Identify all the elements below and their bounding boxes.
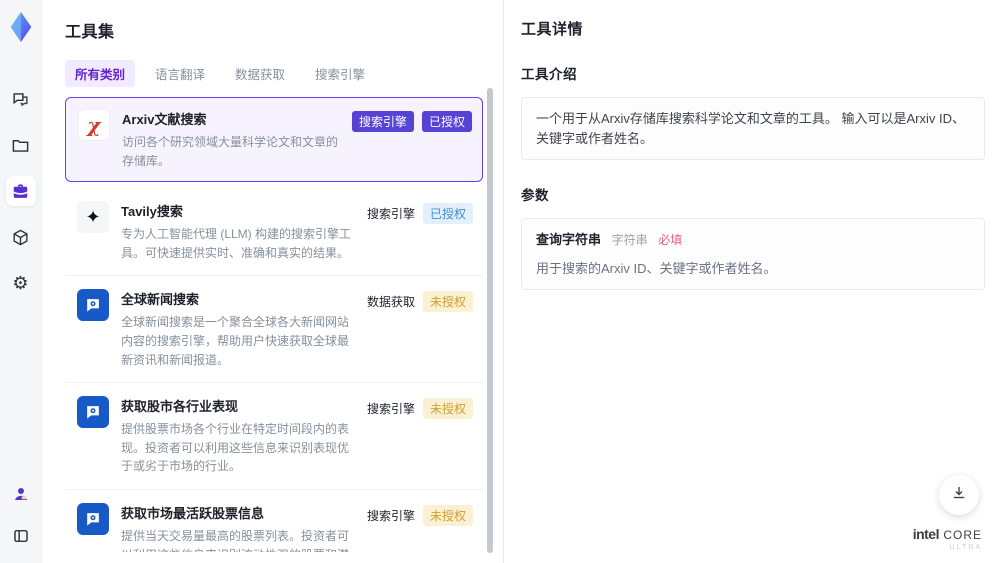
intel-core-logo: intel CORE ULTRA xyxy=(912,526,982,551)
status-badge: 已授权 xyxy=(421,111,472,132)
page-title: 工具集 xyxy=(65,24,115,41)
app-logo-icon xyxy=(10,12,31,42)
intro-heading: 工具介绍 xyxy=(521,67,577,82)
tool-description: 访问各个研究领域大量科学论文和文章的存储库。 xyxy=(122,135,339,168)
user-avatar[interactable] xyxy=(6,479,36,509)
param-box: 查询字符串 字符串 必填 用于搜索的Arxiv ID、关键字或作者姓名。 xyxy=(521,218,985,290)
tool-card-global-news[interactable]: 全球新闻搜索 全球新闻搜索是一个聚合全球各大新闻网站内容的搜索引擎，帮助用户快速… xyxy=(65,276,483,384)
category-label: 数据获取 xyxy=(366,295,415,310)
app-window: ⚙ 工具集 所有类别 语言翻译 数据获取 搜索引擎 χ Arxiv文献搜索 访问… xyxy=(0,0,1000,563)
status-badge: 已授权 xyxy=(422,203,473,225)
sidebar-item-settings[interactable]: ⚙ xyxy=(6,268,36,298)
sidebar-item-files[interactable] xyxy=(6,130,36,160)
news-app-icon xyxy=(77,289,109,322)
status-badge: 未授权 xyxy=(422,398,473,420)
tab-all-categories[interactable]: 所有类别 xyxy=(65,60,136,87)
sidebar-item-packages[interactable] xyxy=(6,222,36,252)
category-badge: 搜索引擎 xyxy=(351,111,414,132)
tab-search-engine[interactable]: 搜索引擎 xyxy=(305,60,375,87)
sidebar-item-chat[interactable] xyxy=(6,84,36,114)
tab-language-translation[interactable]: 语言翻译 xyxy=(145,60,215,87)
panel-toggle-icon xyxy=(12,527,30,545)
tool-name: 全球新闻搜索 xyxy=(121,292,200,308)
param-description: 用于搜索的Arxiv ID、关键字或作者姓名。 xyxy=(536,260,777,276)
category-label: 搜索引擎 xyxy=(366,402,415,417)
cube-icon xyxy=(11,228,30,247)
detail-title: 工具详情 xyxy=(521,21,584,38)
tool-description: 专为人工智能代理 (LLM) 构建的搜索引擎工具。可快速提供实时、准确和真实的结… xyxy=(121,227,352,260)
news-app-icon xyxy=(77,396,109,429)
tool-name: Arxiv文献搜索 xyxy=(122,112,207,127)
sidebar-item-toolbox[interactable] xyxy=(5,176,36,206)
briefcase-icon xyxy=(11,182,30,201)
tool-card-stock-sectors[interactable]: 获取股市各行业表现 提供股票市场各个行业在特定时间段内的表现。投资者可以利用这些… xyxy=(65,383,483,490)
folder-icon xyxy=(11,136,30,155)
sidebar-bottom xyxy=(6,479,36,551)
tool-list: χ Arxiv文献搜索 访问各个研究领域大量科学论文和文章的存储库。 搜索引擎 … xyxy=(65,97,483,552)
category-label: 搜索引擎 xyxy=(366,207,415,222)
user-icon xyxy=(12,485,30,503)
download-icon xyxy=(950,484,968,507)
category-label: 搜索引擎 xyxy=(366,508,415,523)
gear-icon: ⚙ xyxy=(12,273,29,293)
arxiv-icon: χ xyxy=(78,109,110,141)
params-heading: 参数 xyxy=(521,188,549,203)
chat-icon xyxy=(11,90,30,109)
news-app-icon xyxy=(77,502,109,535)
tab-data-fetch[interactable]: 数据获取 xyxy=(225,60,295,87)
status-badge: 未授权 xyxy=(422,504,473,526)
category-tabs: 所有类别 语言翻译 数据获取 搜索引擎 xyxy=(65,60,503,87)
tool-card-arxiv[interactable]: χ Arxiv文献搜索 访问各个研究领域大量科学论文和文章的存储库。 搜索引擎 … xyxy=(65,97,483,183)
tool-description: 提供当天交易量最高的股票列表。投资者可以利用这些信息来识别流动性强的股票和潜在的… xyxy=(121,528,350,552)
tool-detail-panel: 工具详情 工具介绍 一个用于从Arxiv存储库搜索科学论文和文章的工具。 输入可… xyxy=(504,0,1000,563)
list-scrollbar[interactable] xyxy=(487,88,493,553)
download-button[interactable] xyxy=(939,475,979,515)
param-type: 字符串 xyxy=(611,233,648,247)
status-badge: 未授权 xyxy=(422,291,473,313)
tool-name: 获取市场最活跃股票信息 xyxy=(121,505,265,521)
tool-name: Tavily搜索 xyxy=(121,204,183,220)
tool-name: 获取股市各行业表现 xyxy=(121,399,239,415)
sidebar-nav: ⚙ xyxy=(5,84,36,298)
intel-sub-label: ULTRA xyxy=(949,544,982,551)
collapse-sidebar-button[interactable] xyxy=(6,521,36,551)
tool-description: 提供股票市场各个行业在特定时间段内的表现。投资者可以利用这些信息来识别表现优于或… xyxy=(121,422,350,474)
sidebar: ⚙ xyxy=(0,0,42,563)
intro-box: 一个用于从Arxiv存储库搜索科学论文和文章的工具。 输入可以是Arxiv ID… xyxy=(521,97,985,160)
tavily-icon: ✦ xyxy=(77,201,109,234)
param-required-flag: 必填 xyxy=(658,233,683,247)
param-header: 查询字符串 字符串 必填 xyxy=(536,230,970,250)
tool-card-tavily[interactable]: ✦ Tavily搜索 专为人工智能代理 (LLM) 构建的搜索引擎工具。可快速提… xyxy=(65,188,483,277)
tool-card-active-stocks[interactable]: 获取市场最活跃股票信息 提供当天交易量最高的股票列表。投资者可以利用这些信息来识… xyxy=(65,490,483,552)
tool-list-panel: 工具集 所有类别 语言翻译 数据获取 搜索引擎 χ Arxiv文献搜索 访问各个… xyxy=(42,0,503,563)
tool-description: 全球新闻搜索是一个聚合全球各大新闻网站内容的搜索引擎，帮助用户快速获取全球最新资… xyxy=(121,315,350,367)
param-name: 查询字符串 xyxy=(536,232,602,247)
